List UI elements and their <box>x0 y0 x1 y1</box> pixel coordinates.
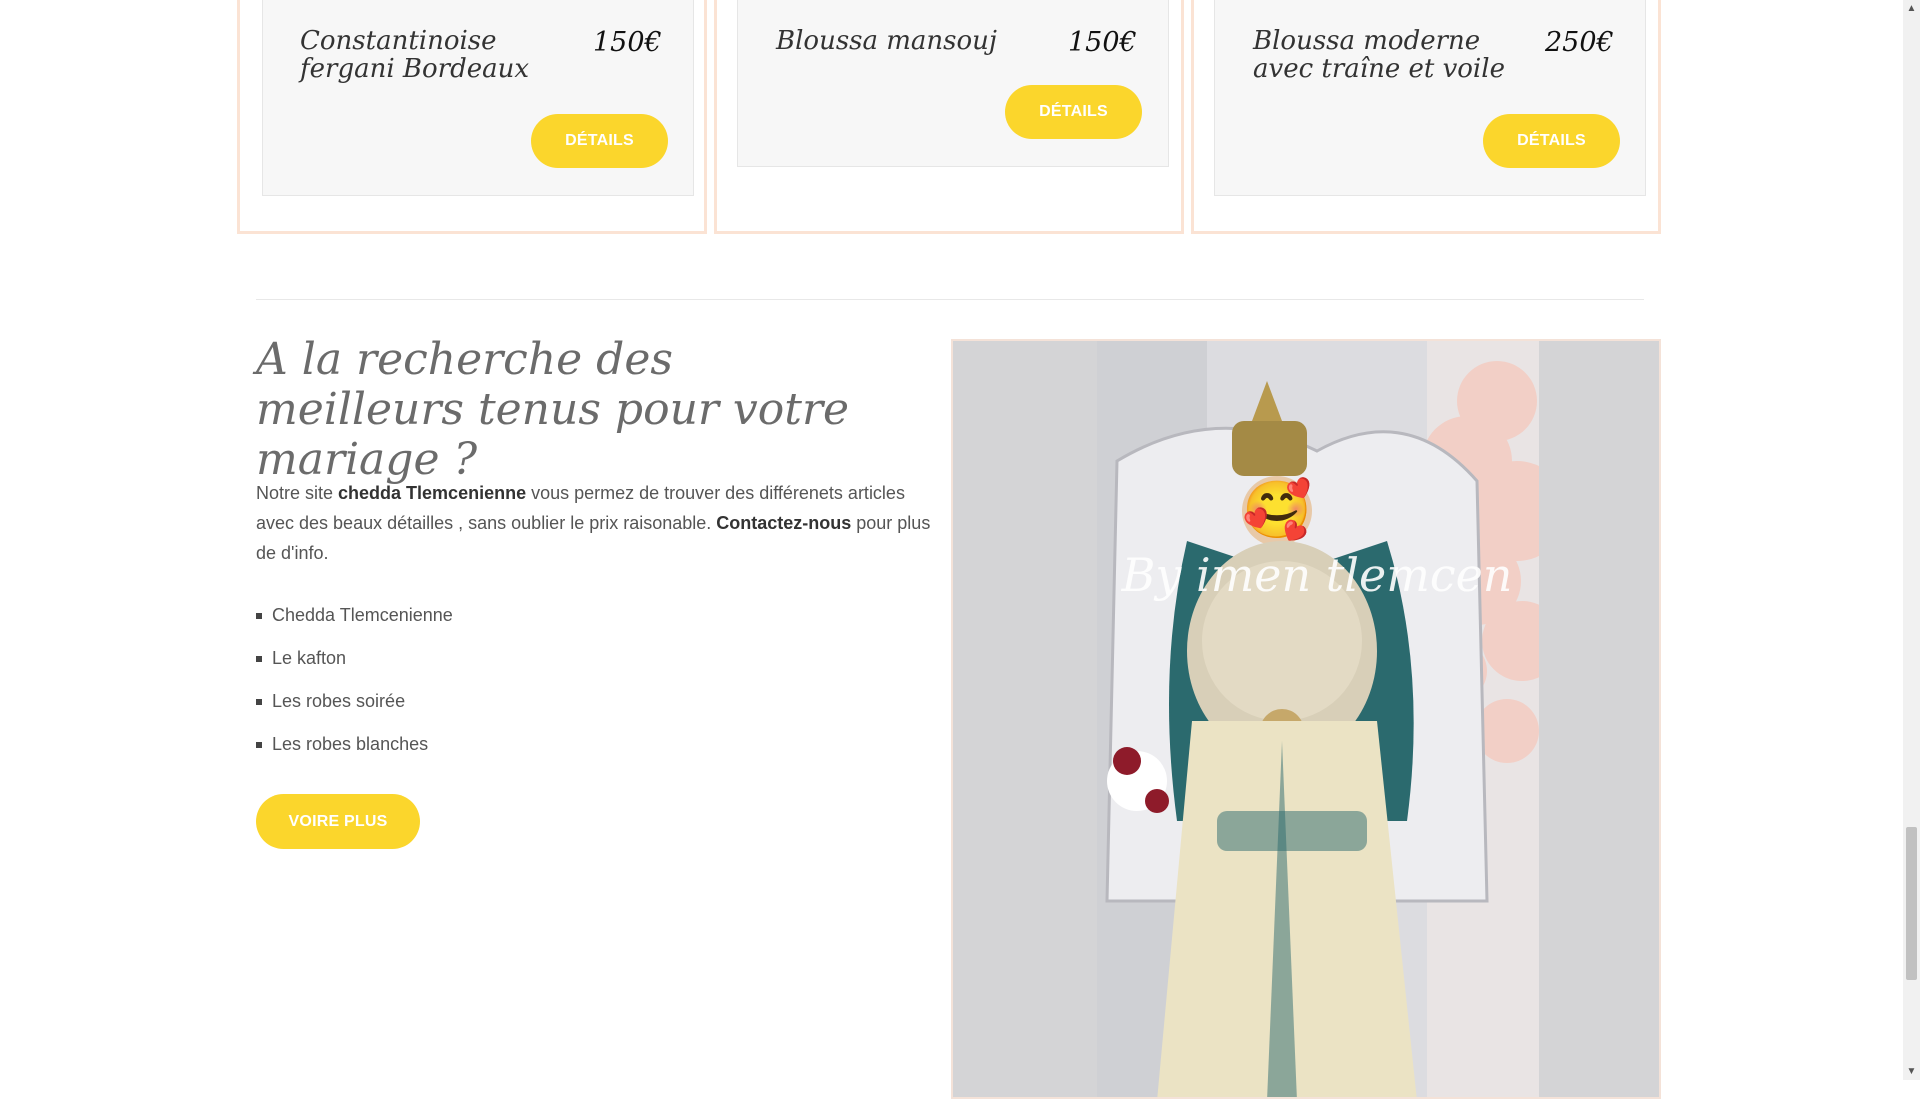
intro-text: Notre site <box>256 483 339 503</box>
product-strip: Constantinoise fergani Bordeaux 150€ DÉT… <box>237 0 1661 235</box>
scroll-down-icon[interactable]: ▼ <box>1903 1063 1920 1080</box>
product-name: Bloussa moderne avec traîne et voile <box>1253 26 1505 84</box>
bride-photo: 🥰 By imen tlemcen <box>1097 341 1539 1097</box>
list-item-label: Le kafton <box>272 648 347 668</box>
details-button[interactable]: DÉTAILS <box>531 114 668 168</box>
bullet-icon <box>256 656 262 662</box>
intro-paragraph: Notre site chedda Tlemcenienne vous perm… <box>256 478 936 568</box>
product-name: Constantinoise fergani Bordeaux <box>300 26 530 84</box>
list-item: Chedda Tlemcenienne <box>256 600 453 643</box>
watermark-text: By imen tlemcen <box>1121 548 1513 602</box>
site-name: chedda Tlemcenienne <box>338 483 527 503</box>
product-card: Bloussa mansouj 150€ DÉTAILS <box>737 0 1169 167</box>
product-card: Constantinoise fergani Bordeaux 150€ DÉT… <box>262 0 694 196</box>
list-item: Les robes blanches <box>256 729 453 772</box>
product-name: Bloussa mansouj <box>776 26 997 56</box>
bride-illustration: 🥰 By imen tlemcen <box>1097 341 1539 1097</box>
bullet-icon <box>256 613 262 619</box>
list-item-label: Les robes blanches <box>272 734 429 754</box>
product-column: Bloussa moderne avec traîne et voile 250… <box>1191 0 1661 234</box>
list-item-label: Chedda Tlemcenienne <box>272 605 453 625</box>
list-item-label: Les robes soirée <box>272 691 406 711</box>
product-card: Bloussa moderne avec traîne et voile 250… <box>1214 0 1646 196</box>
product-price: 150€ <box>593 27 662 58</box>
scroll-up-icon[interactable]: ▲ <box>1903 0 1920 17</box>
details-button[interactable]: DÉTAILS <box>1005 85 1142 139</box>
product-price: 150€ <box>1068 27 1137 58</box>
list-item: Les robes soirée <box>256 686 453 729</box>
bullet-icon <box>256 699 262 705</box>
scroll-thumb[interactable] <box>1906 827 1917 980</box>
section-heading: A la recherche des meilleurs tenus pour … <box>256 334 850 485</box>
product-price: 250€ <box>1545 27 1614 58</box>
contact-link[interactable]: Contactez-nous <box>716 513 851 533</box>
photo-frame: 🥰 By imen tlemcen <box>951 339 1661 1099</box>
product-column: Constantinoise fergani Bordeaux 150€ DÉT… <box>237 0 707 234</box>
emoji-icon: 🥰 <box>1242 476 1312 542</box>
bullet-icon <box>256 742 262 748</box>
category-list: Chedda Tlemcenienne Le kafton Les robes … <box>256 600 453 772</box>
details-button[interactable]: DÉTAILS <box>1483 114 1620 168</box>
section-divider <box>256 299 1644 300</box>
product-column: Bloussa mansouj 150€ DÉTAILS <box>714 0 1184 234</box>
list-item: Le kafton <box>256 643 453 686</box>
see-more-button[interactable]: VOIRE PLUS <box>256 794 420 849</box>
vertical-scrollbar[interactable]: ▲ ▼ <box>1903 0 1920 1080</box>
